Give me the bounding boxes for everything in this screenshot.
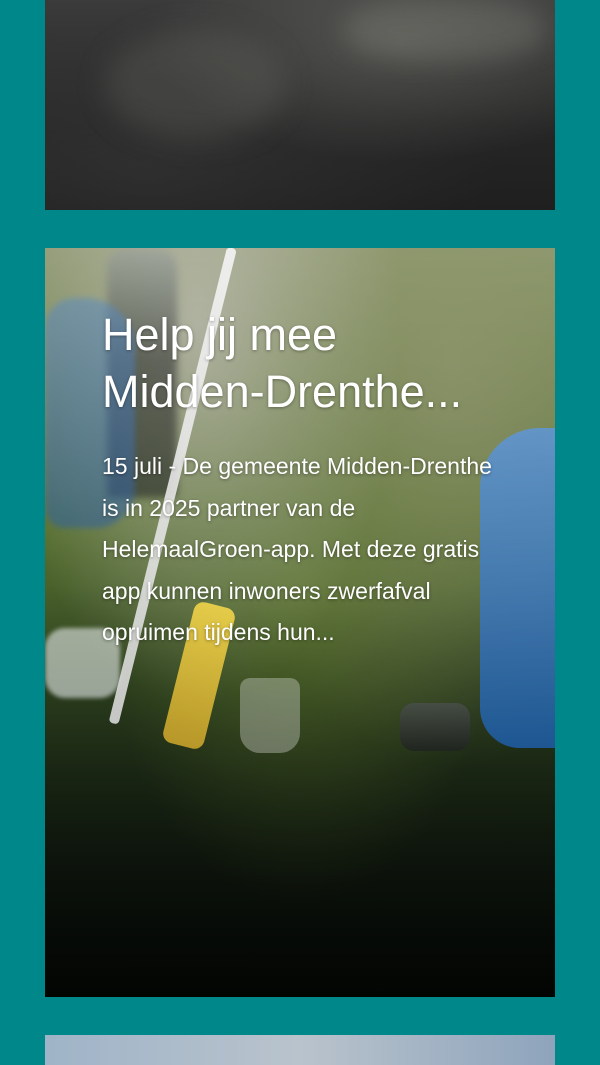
card-image-blur bbox=[345, 0, 545, 60]
card-title[interactable]: Help jij mee Midden-Drenthe... bbox=[102, 306, 492, 420]
card-image-blur bbox=[105, 30, 285, 140]
news-card-featured[interactable]: Help jij mee Midden-Drenthe... 15 juli -… bbox=[45, 248, 555, 997]
news-card-previous[interactable] bbox=[45, 0, 555, 210]
image-bottle-litter bbox=[400, 703, 470, 751]
image-cup-litter bbox=[240, 678, 300, 753]
card-content: Help jij mee Midden-Drenthe... 15 juli -… bbox=[102, 306, 492, 654]
card-excerpt: 15 juli - De gemeente Midden-Drenthe is … bbox=[102, 453, 492, 645]
news-card-next[interactable] bbox=[45, 1035, 555, 1065]
